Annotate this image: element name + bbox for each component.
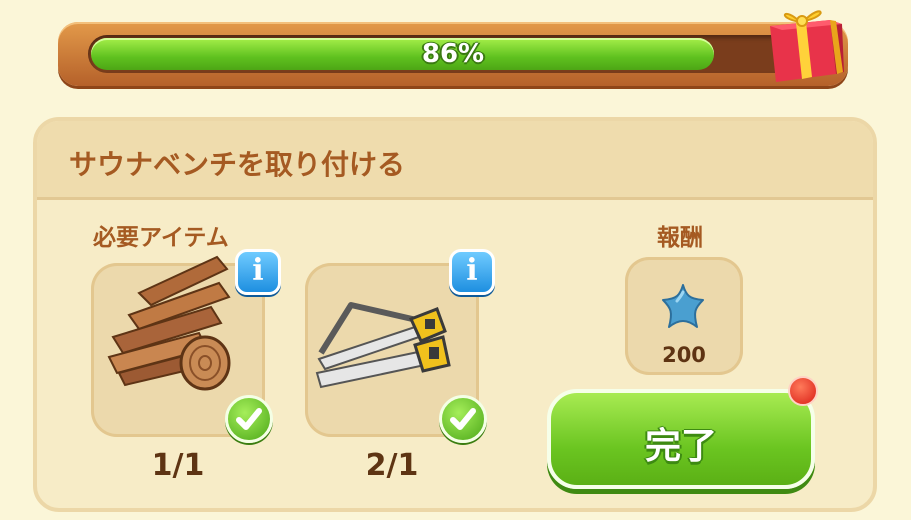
required-items-label: 必要アイテム [93,225,229,251]
reward-slot: 200 [625,257,743,375]
item-count: 2/1 [365,448,419,483]
blue-star-icon [662,284,704,328]
saws-icon [315,302,451,389]
checkmark-icon [439,395,487,443]
wood-planks-icon [107,255,231,391]
task-title: サウナベンチを取り付ける [69,148,406,181]
complete-button-label: 完了 [644,426,717,467]
gift-box-icon[interactable] [764,0,844,84]
checkmark-icon [225,395,273,443]
reward-value: 200 [662,343,706,367]
notification-dot [788,376,818,406]
item-info-button[interactable]: i [449,249,495,295]
task-header: サウナベンチを取り付ける [37,121,873,200]
complete-button[interactable]: 完了 [547,389,815,489]
required-item-slot[interactable]: i [91,249,281,443]
task-panel: サウナベンチを取り付ける 必要アイテム 報酬 i 1/1 i 2/1 200 完… [33,117,877,512]
progress-bar: 86% [58,22,848,86]
item-count: 1/1 [151,448,205,483]
progress-percent: 86% [421,39,485,69]
required-item-slot[interactable]: i [305,249,495,443]
reward-label: 報酬 [657,225,703,251]
progress-track: 86% [88,35,818,73]
item-info-button[interactable]: i [235,249,281,295]
